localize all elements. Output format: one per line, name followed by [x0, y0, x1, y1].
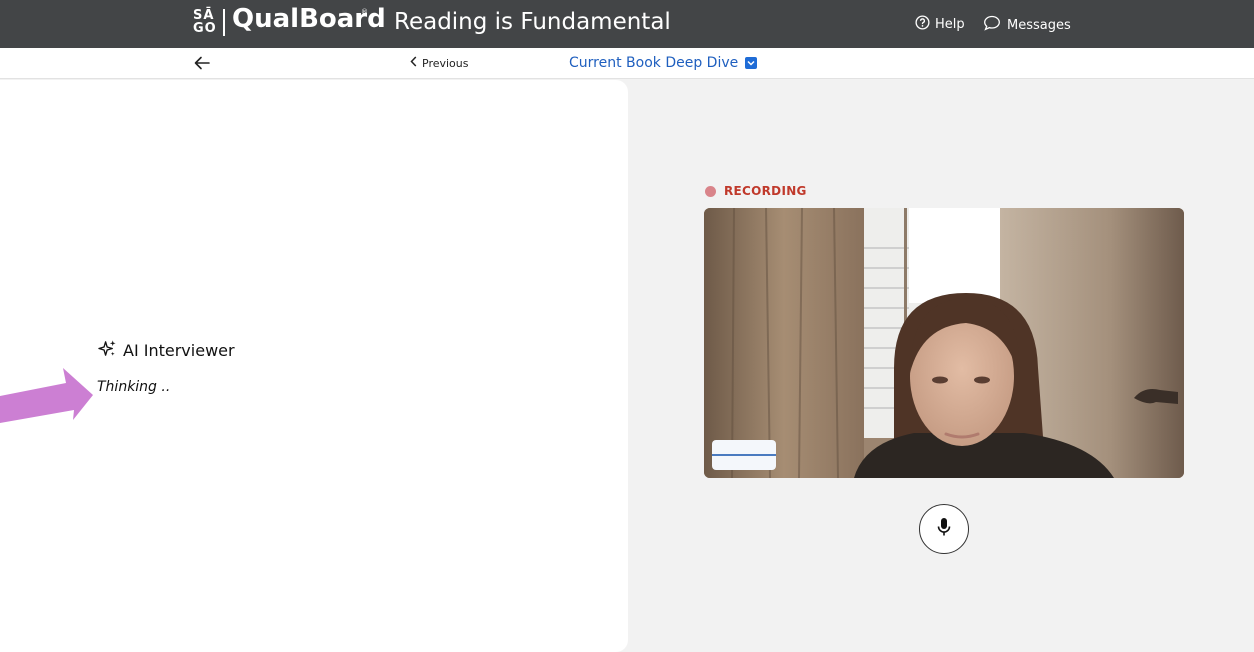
help-label: Help: [935, 17, 965, 32]
microphone-icon: [936, 517, 952, 541]
help-link[interactable]: Help: [915, 15, 965, 34]
sago-logo: SĀ GO: [193, 9, 217, 35]
interviewer-panel: AI Interviewer Thinking ..: [0, 80, 628, 652]
annotation-arrow: [0, 368, 93, 423]
page-title: Reading is Fundamental: [394, 9, 671, 35]
messages-link[interactable]: Messages: [983, 15, 1071, 35]
messages-label: Messages: [1007, 17, 1071, 33]
activity-nav: Previous Current Book Deep Dive: [0, 48, 1254, 79]
webcam-feed-image: [704, 208, 1184, 478]
speech-bubble-icon: [983, 15, 1001, 35]
activity-dropdown[interactable]: Current Book Deep Dive: [569, 55, 758, 71]
logo-divider: [223, 9, 225, 36]
chevron-down-icon: [745, 57, 758, 69]
ai-interviewer-label: AI Interviewer: [123, 341, 235, 360]
registered-mark: ®: [361, 8, 368, 16]
previous-label: Previous: [422, 56, 469, 70]
activity-label: Current Book Deep Dive: [569, 55, 739, 71]
recording-dot: [705, 185, 716, 197]
recording-label: RECORDING: [724, 184, 807, 198]
sago-logo-bottom: GO: [193, 21, 217, 36]
question-circle-icon: [915, 15, 930, 34]
previous-button[interactable]: Previous: [410, 56, 469, 70]
webcam-video: [704, 208, 1184, 478]
recording-indicator: RECORDING: [705, 184, 807, 198]
back-button[interactable]: [193, 54, 211, 72]
sparkles-icon: [98, 339, 117, 362]
chevron-left-icon: [410, 56, 417, 70]
thinking-status: Thinking ..: [97, 379, 171, 395]
arrow-left-icon: [193, 56, 211, 76]
microphone-button[interactable]: [919, 504, 969, 554]
ai-interviewer-heading: AI Interviewer: [98, 339, 235, 362]
top-bar: SĀ GO QualBoard ® Reading is Fundamental…: [0, 0, 1254, 48]
